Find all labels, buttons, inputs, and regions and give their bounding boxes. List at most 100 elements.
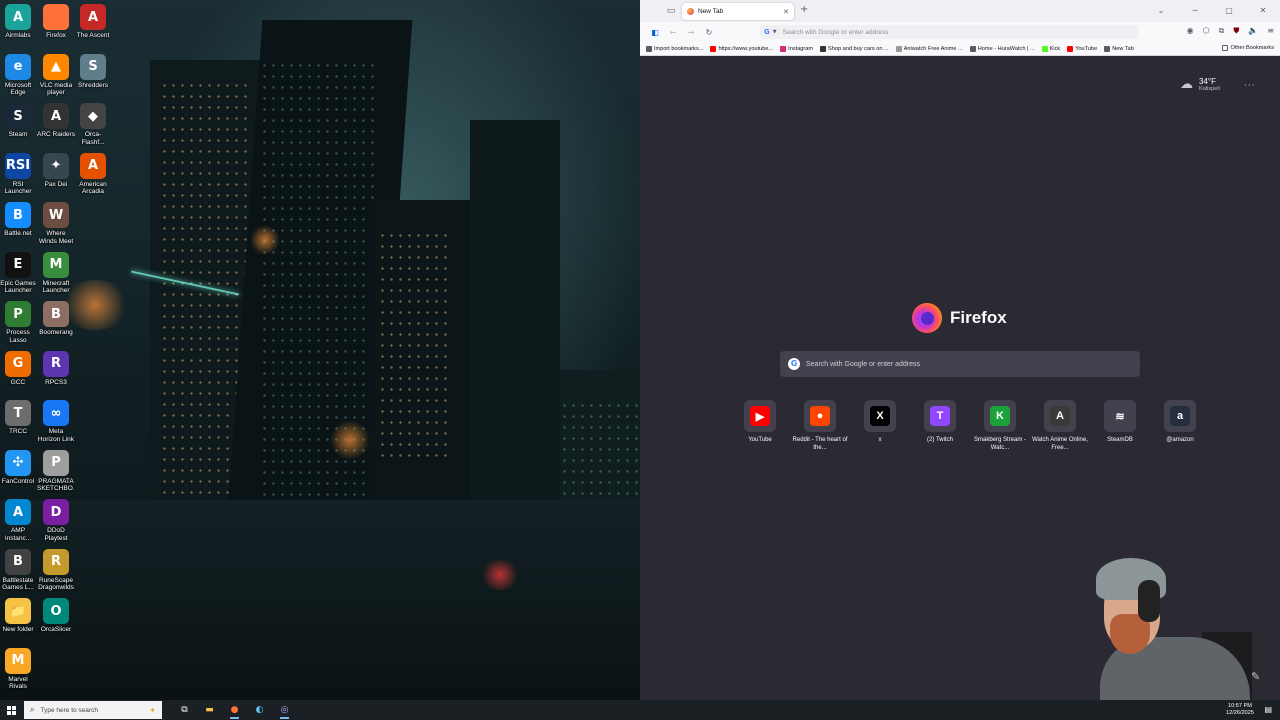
chevron-down-icon[interactable]: ⌄: [1144, 0, 1178, 22]
desktop-icon[interactable]: ✣ FanControl: [0, 449, 37, 486]
desktop-icon[interactable]: A ARC Raiders: [37, 103, 75, 139]
desktop-icon[interactable]: R RuneScape Dragonwilds: [37, 548, 75, 592]
top-site-icon: T: [924, 400, 956, 432]
other-bookmarks-button[interactable]: Other Bookmarks: [1222, 45, 1274, 51]
top-site-tile[interactable]: ▶ YouTube: [730, 400, 790, 452]
extension-icon[interactable]: ◉: [1187, 26, 1194, 36]
desktop-icon[interactable]: B Battlestate Games L...: [0, 548, 37, 592]
bookmark-item[interactable]: Kick: [1041, 45, 1061, 52]
more-options-icon[interactable]: ···: [1244, 81, 1256, 91]
desktop-icon[interactable]: A American Arcadia: [74, 152, 112, 196]
desktop-icon[interactable]: ✦ Pax Dei: [37, 152, 75, 189]
desktop-icon[interactable]: D DDoD Playtest: [37, 499, 75, 542]
top-site-tile[interactable]: K Smakberg Stream - Watc...: [970, 400, 1030, 452]
desktop-icon[interactable]: S Shredders: [74, 53, 112, 90]
bookmark-item[interactable]: Instagram: [780, 45, 813, 52]
top-site-label: SteamDB: [1107, 437, 1133, 443]
app-menu-icon[interactable]: ≡: [1267, 26, 1274, 36]
desktop-icon[interactable]: T TRCC: [0, 400, 37, 436]
desktop-icon[interactable]: B Boomerang: [37, 301, 75, 337]
top-site-label: Reddit - The heart of the...: [792, 437, 848, 451]
back-button[interactable]: ←: [664, 28, 682, 37]
desktop-icon[interactable]: A AMP Instanc...: [0, 499, 37, 542]
desktop-icon[interactable]: G GCC: [0, 350, 37, 387]
close-window-button[interactable]: ✕: [1246, 0, 1280, 22]
maximize-button[interactable]: ▢: [1212, 0, 1246, 22]
bookmark-label: Kick: [1049, 45, 1061, 52]
desktop-icon-label: Pax Dei: [44, 180, 68, 188]
app-icon: 📁: [5, 598, 31, 624]
taskbar-search-input[interactable]: ⌕ Type here to search ✦: [24, 701, 162, 719]
desktop-icon[interactable]: e Microsoft Edge: [0, 53, 37, 97]
save-to-pocket-icon[interactable]: ⬡: [1203, 26, 1210, 36]
desktop-icon[interactable]: ◆ Orca-Flashf...: [74, 103, 112, 146]
file-explorer-icon[interactable]: ▬: [197, 700, 222, 720]
firefox-taskbar-icon[interactable]: ●: [222, 700, 247, 720]
top-site-icon: K: [984, 400, 1016, 432]
top-site-tile[interactable]: A Watch Anime Online, Free...: [1030, 400, 1090, 452]
address-bar[interactable]: G ▼ Search with Google or enter address: [760, 25, 1138, 39]
desktop-icon[interactable]: Firefox: [37, 4, 75, 40]
sidebar-icon[interactable]: ◧: [646, 28, 664, 37]
brand-name: Firefox: [950, 308, 1007, 327]
bookmark-item[interactable]: Home - HuraWatch | ...: [969, 45, 1035, 52]
bookmark-item[interactable]: Aniwatch Free Anime ...: [895, 45, 963, 52]
new-tab-button[interactable]: +: [800, 4, 808, 15]
bookmark-item[interactable]: https://www.youtube...: [710, 45, 773, 52]
task-view-icon[interactable]: ⧉: [172, 700, 197, 720]
bookmark-item[interactable]: Shop and buy cars on ...: [820, 45, 889, 52]
desktop-icon[interactable]: R RPCS3: [37, 350, 75, 387]
top-site-tile[interactable]: Xx: [850, 400, 910, 452]
top-site-tile[interactable]: a @amazon: [1150, 400, 1210, 452]
obs-taskbar-icon[interactable]: ◎: [272, 700, 297, 720]
top-site-tile[interactable]: ≋ SteamDB: [1090, 400, 1150, 452]
tab-new-tab[interactable]: New Tab ✕: [682, 3, 794, 20]
close-tab-icon[interactable]: ✕: [783, 8, 789, 16]
site-logo-icon: a: [1170, 406, 1190, 426]
desktop-icon[interactable]: M Minecraft Launcher: [37, 251, 75, 295]
top-site-icon: ●: [804, 400, 836, 432]
pencil-icon[interactable]: ✎: [1251, 670, 1260, 683]
desktop-icon[interactable]: O OrcaSlicer: [37, 598, 75, 634]
top-site-tile[interactable]: T (2) Twitch: [910, 400, 970, 452]
desktop-icon[interactable]: P Process Lasso: [0, 301, 37, 344]
bookmark-item[interactable]: New Tab: [1104, 45, 1134, 52]
start-button[interactable]: [0, 700, 22, 720]
minimize-button[interactable]: ─: [1178, 0, 1212, 22]
desktop-icon-label: Airmlabs: [5, 32, 31, 39]
bookmark-item[interactable]: YouTube: [1067, 45, 1097, 52]
desktop-icon[interactable]: S Steam: [0, 103, 37, 139]
top-site-label: (2) Twitch: [927, 437, 953, 443]
system-clock[interactable]: 10:57 PM 12/26/2025: [1226, 700, 1254, 720]
reload-button[interactable]: ↻: [700, 28, 718, 37]
desktop-icon[interactable]: W Where Winds Meet: [37, 202, 75, 245]
desktop-icon[interactable]: ∞ Meta Horizon Link: [37, 400, 75, 443]
desktop-icon[interactable]: A Airmlabs: [0, 4, 37, 40]
weather-widget[interactable]: ☁ 34°F Kalispell: [1180, 77, 1220, 92]
desktop-icon[interactable]: RSI RSI Launcher: [0, 152, 37, 196]
desktop-icon[interactable]: A The Ascent: [74, 4, 112, 40]
reader-view-icon[interactable]: ⧉: [1219, 26, 1225, 36]
top-site-icon: a: [1164, 400, 1196, 432]
desktop-icon[interactable]: 📁 New folder: [0, 598, 37, 634]
top-site-tile[interactable]: ● Reddit - The heart of the...: [790, 400, 850, 452]
desktop-icon[interactable]: ▲ VLC media player: [37, 53, 75, 97]
list-all-tabs-icon[interactable]: ▭: [660, 6, 682, 16]
app-icon: W: [43, 202, 69, 228]
google-engine-icon[interactable]: G: [764, 28, 770, 36]
bookmark-favicon-icon: [1067, 45, 1074, 52]
chevron-down-icon[interactable]: ▼: [773, 29, 777, 35]
bookmark-favicon-icon: [646, 45, 652, 52]
sound-icon[interactable]: 🔈: [1248, 26, 1258, 36]
app-icon: M: [5, 647, 31, 674]
bookmark-item[interactable]: Import bookmarks...: [646, 45, 703, 52]
ublock-icon[interactable]: ⛊: [1233, 26, 1239, 36]
desktop-icon[interactable]: B Battle.net: [0, 202, 37, 238]
desktop-icon[interactable]: E Epic Games Launcher: [0, 251, 37, 295]
desktop-icon[interactable]: M Marvel Rivals: [0, 647, 37, 691]
search-input[interactable]: G Search with Google or enter address: [780, 351, 1140, 377]
desktop-icon[interactable]: P PRAGMATA SKETCHBO...: [37, 449, 75, 493]
steam-taskbar-icon[interactable]: ◐: [247, 700, 272, 720]
forward-button[interactable]: →: [682, 28, 700, 37]
notification-icon[interactable]: ▤: [1264, 705, 1272, 714]
